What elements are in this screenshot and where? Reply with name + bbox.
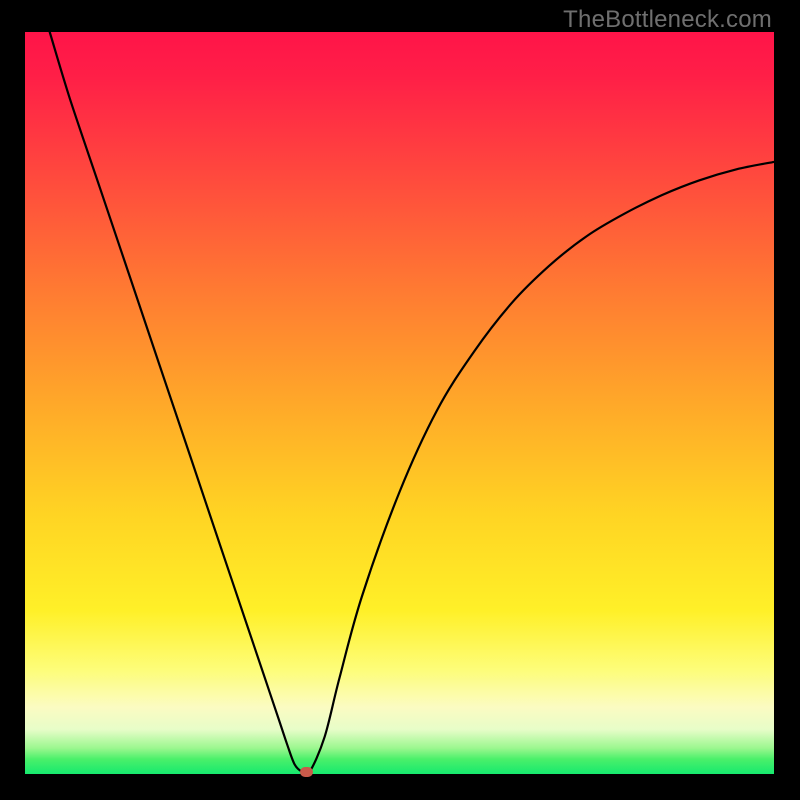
bottleneck-curve [25, 32, 774, 774]
bottleneck-minimum-marker [300, 767, 313, 777]
watermark-text: TheBottleneck.com [563, 6, 772, 34]
plot-area [25, 32, 774, 774]
chart-frame: TheBottleneck.com [0, 0, 800, 800]
